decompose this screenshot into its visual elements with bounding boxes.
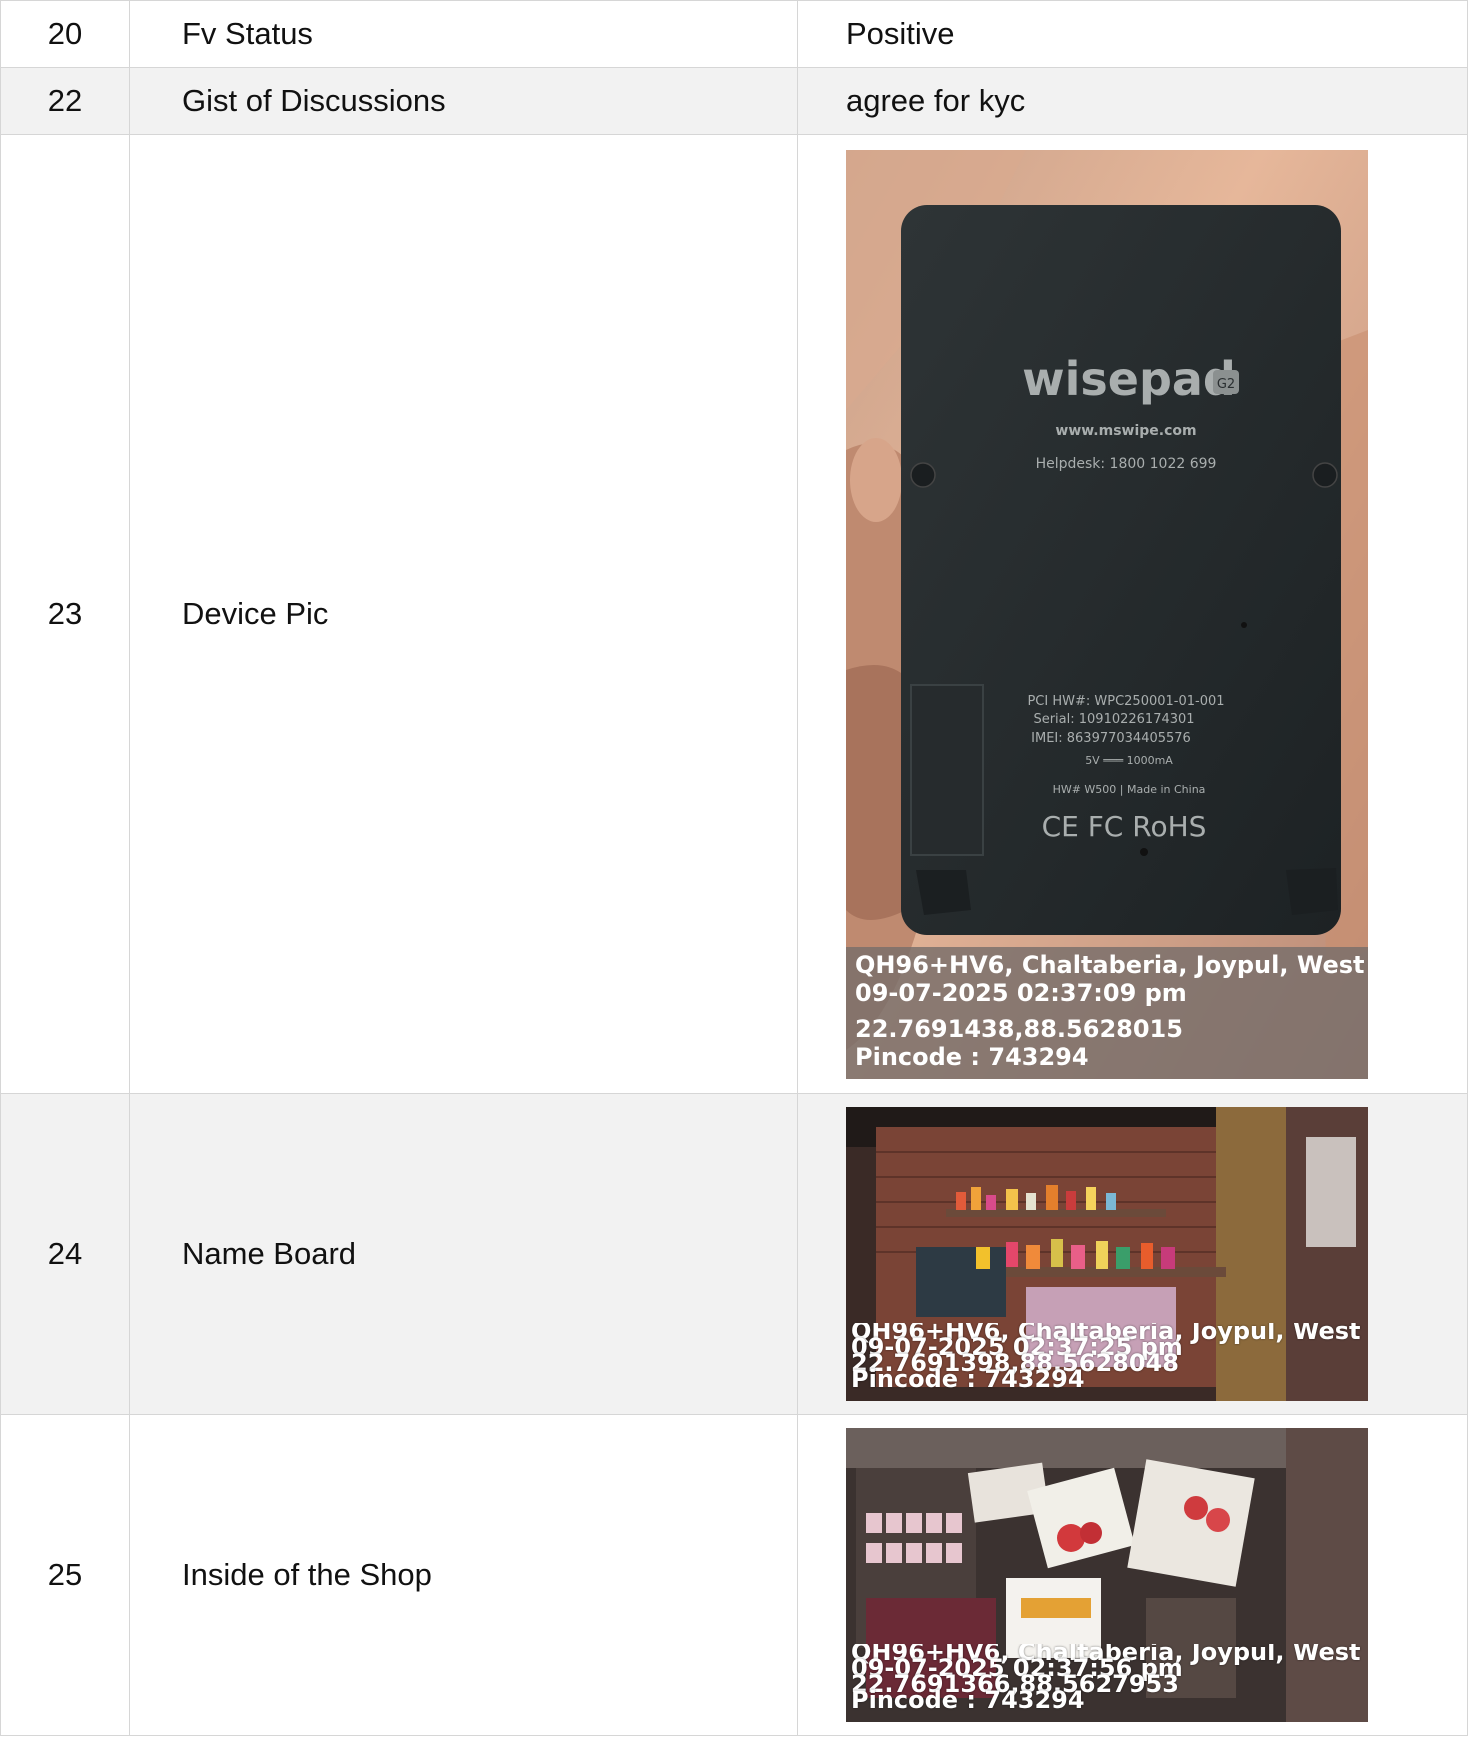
row-label: Gist of Discussions bbox=[129, 67, 798, 135]
device-photo-image: wisepad G2 www.mswipe.com Helpdesk: 1800… bbox=[846, 149, 1368, 1079]
row-label: Name Board bbox=[129, 1093, 798, 1415]
row-value: agree for kyc bbox=[797, 67, 1468, 135]
stamp-coords: 22.7691438,88.5628015 bbox=[855, 1014, 1183, 1043]
geo-stamp-overlay: QH96+HV6, Chaltaberia, Joypul, West Be 0… bbox=[846, 1644, 1368, 1722]
geo-stamp-overlay: QH96+HV6, Chaltaberia, Joypul, West Be 0… bbox=[846, 1323, 1368, 1401]
table-row: 25 Inside of the Shop QH96+HV6, Chaltabe… bbox=[0, 1414, 1468, 1736]
shop-photo: QH96+HV6, Chaltaberia, Joypul, West Be 0… bbox=[846, 1428, 1368, 1722]
row-number: 20 bbox=[0, 0, 130, 68]
stamp-address: QH96+HV6, Chaltaberia, Joypul, West Be bbox=[855, 950, 1368, 979]
device-brand-text: wisepad bbox=[1022, 352, 1236, 406]
row-label: Device Pic bbox=[129, 134, 798, 1094]
nameboard-photo: QH96+HV6, Chaltaberia, Joypul, West Be 0… bbox=[846, 1107, 1368, 1401]
device-photo: wisepad G2 www.mswipe.com Helpdesk: 1800… bbox=[846, 149, 1368, 1079]
device-website-text: www.mswipe.com bbox=[1055, 423, 1196, 439]
geo-stamp-overlay: QH96+HV6, Chaltaberia, Joypul, West Be 0… bbox=[846, 946, 1368, 1079]
row-value: QH96+HV6, Chaltaberia, Joypul, West Be 0… bbox=[797, 1414, 1468, 1736]
row-value: QH96+HV6, Chaltaberia, Joypul, West Be 0… bbox=[797, 1093, 1468, 1415]
table-row: 24 Name Board QH96+HV6, Chaltaberia, Joy… bbox=[0, 1093, 1468, 1415]
row-number: 23 bbox=[0, 134, 130, 1094]
row-value: Positive bbox=[797, 0, 1468, 68]
table-row: 20 Fv Status Positive bbox=[0, 0, 1468, 68]
device-pci-text: PCI HW#: WPC250001-01-001 bbox=[1027, 694, 1224, 709]
device-helpdesk-text: Helpdesk: 1800 1022 699 bbox=[1036, 456, 1217, 472]
table-row: 22 Gist of Discussions agree for kyc bbox=[0, 67, 1468, 135]
row-label: Fv Status bbox=[129, 0, 798, 68]
report-table: 20 Fv Status Positive 22 Gist of Discuss… bbox=[0, 0, 1468, 1736]
device-hw-text: HW# W500 | Made in China bbox=[1053, 783, 1206, 796]
stamp-pincode: Pincode : 743294 bbox=[855, 1042, 1089, 1071]
row-label: Inside of the Shop bbox=[129, 1414, 798, 1736]
stamp-datetime: 09-07-2025 02:37:09 pm bbox=[855, 978, 1187, 1007]
device-imei-text: IMEI: 863977034405576 bbox=[1031, 731, 1191, 746]
row-number: 22 bbox=[0, 67, 130, 135]
device-power-text: 5V ═══ 1000mA bbox=[1085, 754, 1173, 767]
row-value: wisepad G2 www.mswipe.com Helpdesk: 1800… bbox=[797, 134, 1468, 1094]
row-number: 25 bbox=[0, 1414, 130, 1736]
device-brand-badge: G2 bbox=[1217, 377, 1235, 392]
row-number: 24 bbox=[0, 1093, 130, 1415]
device-marks-text: CE FC RoHS bbox=[1042, 810, 1207, 843]
device-serial-text: Serial: 10910226174301 bbox=[1033, 712, 1194, 727]
table-row: 23 Device Pic wisepad G2 www.mswipe.com … bbox=[0, 134, 1468, 1094]
